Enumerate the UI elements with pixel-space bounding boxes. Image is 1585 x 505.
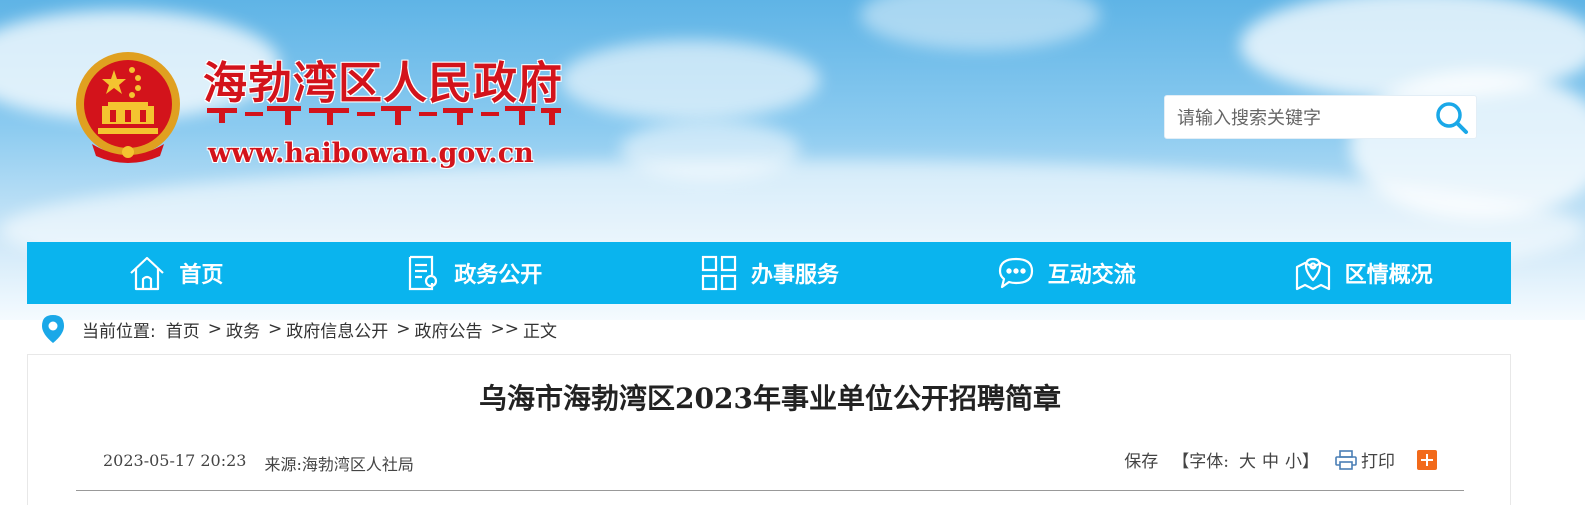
nav-item-district-overview[interactable]: 区情概况: [1214, 242, 1511, 304]
nav-item-label: 首页: [179, 263, 224, 288]
breadcrumb-current: 正文: [522, 321, 557, 342]
main-nav: 首页 政务公开 办事服务 互动交流 区情概况: [27, 242, 1511, 304]
breadcrumb-separator: >: [267, 319, 283, 339]
national-emblem-icon: [76, 52, 180, 163]
chat-icon: [998, 257, 1033, 289]
nav-item-government-affairs[interactable]: 政务公开: [324, 242, 621, 304]
location-pin-icon: [42, 315, 64, 343]
font-large-button[interactable]: 大: [1239, 447, 1256, 472]
nav-item-label: 政务公开: [454, 263, 543, 288]
font-medium-button[interactable]: 中: [1262, 447, 1279, 472]
breadcrumb-info-disclosure[interactable]: 政府信息公开: [286, 317, 388, 342]
publish-date: 2023-05-17 20:23: [103, 451, 247, 470]
article-title: 乌海市海勃湾区2023年事业单位公开招聘简章: [479, 382, 1061, 415]
nav-item-services[interactable]: 办事服务: [621, 242, 918, 304]
search-box: [1164, 95, 1477, 139]
share-plus-icon[interactable]: [1417, 449, 1437, 470]
article-tools: 保存 【字体: 大 中 小 】 打印: [1124, 447, 1437, 472]
divider: [76, 490, 1464, 491]
nav-item-label: 办事服务: [750, 263, 839, 288]
breadcrumb-separator: >>: [490, 319, 519, 339]
breadcrumb-separator: >: [396, 319, 411, 339]
article-meta: 2023-05-17 20:23 来源:海勃湾区人社局: [103, 451, 414, 475]
print-label: 打印: [1361, 452, 1395, 472]
nav-item-label: 互动交流: [1047, 263, 1136, 288]
save-button[interactable]: 保存: [1124, 447, 1158, 472]
font-size-close: 】: [1302, 452, 1319, 472]
map-pin-icon: [1295, 257, 1330, 291]
font-size-open: 【字体:: [1172, 452, 1229, 472]
document-icon: [409, 255, 438, 291]
home-icon: [130, 256, 165, 291]
search-input[interactable]: [1177, 104, 1417, 132]
nav-item-interaction[interactable]: 互动交流: [917, 242, 1214, 304]
nav-item-home[interactable]: 首页: [27, 242, 324, 304]
printer-icon: [1335, 449, 1357, 470]
article-source: 来源:海勃湾区人社局: [264, 455, 414, 474]
article-container: 乌海市海勃湾区2023年事业单位公开招聘简章 2023-05-17 20:23 …: [27, 354, 1511, 505]
breadcrumb-separator: >: [207, 319, 222, 339]
breadcrumb-announcements[interactable]: 政府公告: [414, 317, 482, 342]
mongolian-script-logo: [207, 106, 561, 125]
breadcrumb-home[interactable]: 首页: [166, 317, 200, 342]
breadcrumb-affairs[interactable]: 政务: [226, 317, 260, 342]
print-button[interactable]: 打印: [1335, 447, 1395, 472]
breadcrumb-prefix: 当前位置:: [82, 321, 156, 342]
search-icon[interactable]: [1434, 100, 1470, 136]
breadcrumb: 当前位置: 首页 > 政务 > 政府信息公开 > 政府公告 >> 正文: [40, 314, 557, 344]
font-small-button[interactable]: 小: [1285, 447, 1302, 472]
site-url: www.haibowan.gov.cn: [208, 138, 534, 169]
grid-icon: [701, 255, 737, 291]
nav-item-label: 区情概况: [1344, 263, 1433, 288]
